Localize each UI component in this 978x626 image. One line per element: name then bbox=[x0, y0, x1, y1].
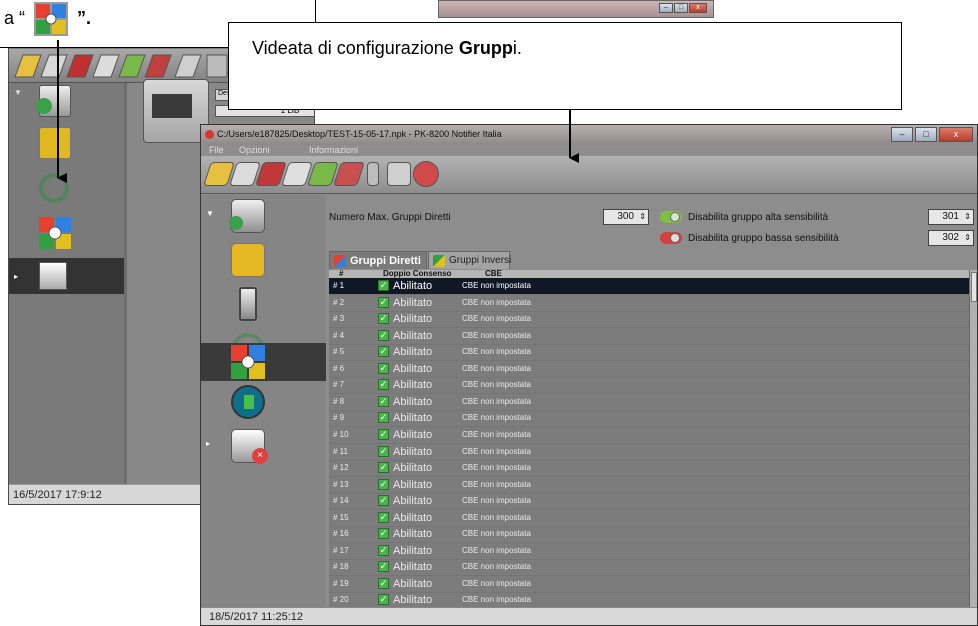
callout-main-bold: Grupp bbox=[458, 38, 513, 58]
callout-main-suffix: i. bbox=[512, 38, 522, 58]
callout-main-prefix: Videata di configurazione bbox=[252, 38, 459, 58]
callout-box-screen-title: Videata di configurazione Gruppi. bbox=[228, 22, 902, 110]
